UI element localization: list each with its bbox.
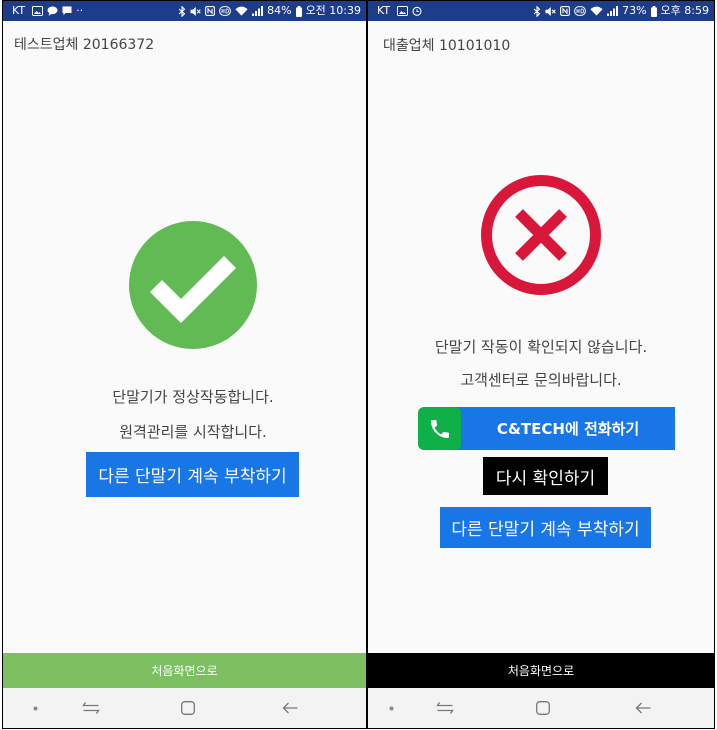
bluetooth-icon (533, 5, 541, 17)
company-label: 테스트업체 20166372 (14, 37, 155, 53)
retry-check-label: 다시 확인하기 (495, 468, 596, 489)
navigation-bar (368, 688, 714, 728)
nfc-icon (560, 6, 571, 16)
attach-another-device-label: 다른 단말기 계속 부착하기 (98, 467, 287, 487)
status-bar: KT 73% 오후 8:59 (368, 1, 714, 21)
status-message: 원격관리를 시작합니다. (119, 423, 267, 441)
success-screen: KT ·· 84% 오전 10:39 테스트업체 20166372 단말기가 정… (2, 0, 367, 729)
status-bar-system: 73% 오후 8:59 (533, 1, 709, 21)
call-icon-box (418, 407, 461, 450)
gallery-icon (32, 6, 44, 16)
nav-toggle-button[interactable] (33, 700, 38, 716)
chat-icon (47, 6, 58, 16)
attach-another-device-label: 다른 단말기 계속 부착하기 (451, 520, 640, 540)
x-circle-icon (481, 175, 601, 295)
status-bar-notifications: KT (377, 1, 422, 21)
back-button[interactable] (282, 700, 298, 716)
retry-check-button[interactable]: 다시 확인하기 (483, 457, 608, 495)
home-screen-button[interactable]: 처음화면으로 (368, 653, 714, 688)
nfc-icon (205, 6, 216, 16)
status-message: 단말기가 정상작동합니다. (112, 388, 274, 406)
home-screen-label: 처음화면으로 (151, 664, 218, 678)
home-button[interactable] (536, 700, 550, 716)
clock: 오전 10:39 (305, 4, 361, 17)
call-support-label: C&TECH에 전화하기 (453, 407, 675, 450)
home-icon (181, 701, 195, 715)
clock: 오후 8:59 (660, 4, 709, 17)
carrier-label: KT (377, 4, 391, 17)
wifi-icon (235, 6, 248, 16)
status-bar-notifications: KT ·· (12, 1, 83, 21)
attach-another-device-button[interactable]: 다른 단말기 계속 부착하기 (440, 507, 651, 548)
mute-icon (190, 6, 201, 16)
signal-icon (607, 6, 619, 16)
gallery-icon (397, 6, 409, 16)
company-label: 대출업체 10101010 (383, 38, 511, 54)
home-icon (536, 701, 550, 715)
recent-apps-button[interactable] (436, 700, 454, 716)
back-icon (282, 702, 298, 714)
hd-voice-icon (219, 6, 232, 16)
carrier-label: KT (12, 4, 26, 17)
battery-icon (295, 5, 302, 17)
call-support-button[interactable]: C&TECH에 전화하기 (418, 407, 675, 450)
mute-icon (545, 6, 556, 16)
failure-screen: KT 73% 오후 8:59 대출업체 10101010 단말기 작동이 확인되… (367, 0, 715, 729)
alarm-icon (412, 6, 422, 16)
battery-level: 73% (622, 4, 647, 17)
status-message: 고객센터로 문의바랍니다. (460, 371, 622, 389)
nav-dot-icon (33, 706, 38, 710)
recent-apps-button[interactable] (82, 700, 100, 716)
hd-voice-icon (574, 6, 586, 16)
battery-level: 84% (267, 4, 292, 17)
home-screen-label: 처음화면으로 (507, 664, 575, 678)
battery-icon (650, 5, 657, 17)
navigation-bar (3, 688, 366, 728)
recent-apps-icon (82, 702, 100, 714)
status-message: 단말기 작동이 확인되지 않습니다. (434, 338, 648, 356)
phone-icon (430, 419, 449, 438)
nav-toggle-button[interactable] (389, 700, 394, 716)
back-button[interactable] (635, 700, 651, 716)
nav-dot-icon (389, 706, 394, 710)
attach-another-device-button[interactable]: 다른 단말기 계속 부착하기 (86, 452, 299, 497)
message-icon (62, 6, 72, 16)
more-notifications-indicator: ·· (76, 4, 84, 17)
wifi-icon (590, 6, 603, 16)
home-button[interactable] (181, 700, 195, 716)
status-bar-system: 84% 오전 10:39 (178, 1, 361, 21)
bluetooth-icon (178, 5, 186, 17)
status-bar: KT ·· 84% 오전 10:39 (3, 1, 366, 21)
signal-icon (252, 6, 264, 16)
recent-apps-icon (436, 702, 454, 714)
home-screen-button[interactable]: 처음화면으로 (3, 653, 366, 688)
check-circle-icon (129, 221, 257, 349)
back-icon (635, 702, 651, 714)
